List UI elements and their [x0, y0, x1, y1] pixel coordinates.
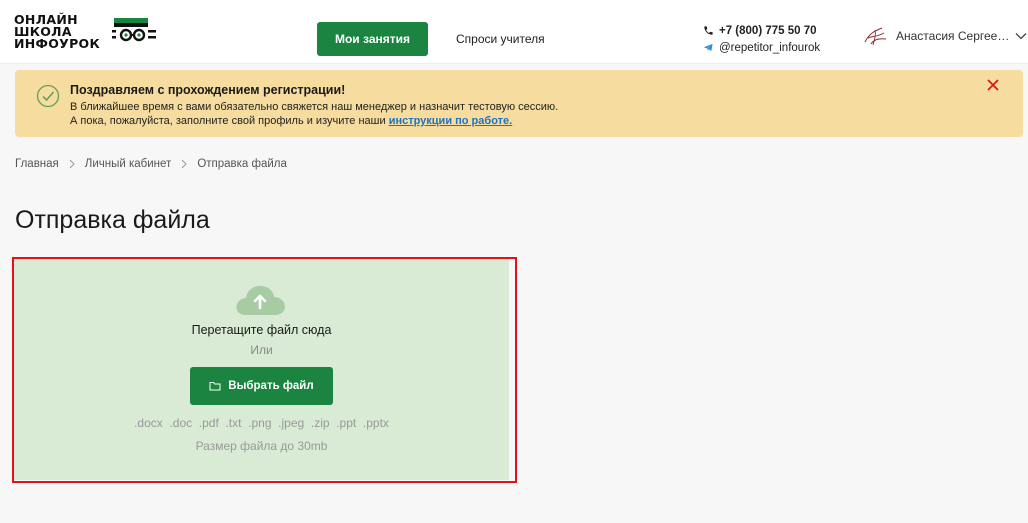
file-size-limit: Размер файла до 30mb — [195, 439, 328, 453]
drag-file-text: Перетащите файл сюда — [191, 323, 332, 337]
user-menu[interactable]: Анастасия Сергее… — [862, 24, 1027, 48]
phone-row[interactable]: +7 (800) 775 50 70 — [703, 22, 820, 39]
breadcrumb-current: Отправка файла — [197, 158, 287, 170]
notice-title: Поздравляем с прохождением регистрации! — [70, 83, 346, 97]
choose-file-button[interactable]: Выбрать файл — [190, 367, 333, 405]
phone-number: +7 (800) 775 50 70 — [719, 24, 817, 37]
my-lessons-button[interactable]: Мои занятия — [317, 22, 428, 56]
folder-icon — [209, 382, 221, 391]
registration-notice: Поздравляем с прохождением регистрации! … — [15, 70, 1023, 137]
close-icon[interactable] — [986, 78, 1000, 92]
breadcrumb: Главная Личный кабинет Отправка файла — [15, 158, 287, 170]
allowed-formats: .docx .doc .pdf .txt .png .jpeg .zip .pp… — [134, 416, 389, 430]
notice-text-2-prefix: А пока, пожалуйста, заполните свой профи… — [70, 115, 389, 127]
or-text: Или — [250, 343, 273, 357]
avatar-icon — [864, 27, 887, 46]
ask-teacher-link[interactable]: Спроси учителя — [456, 32, 545, 46]
telegram-icon — [703, 42, 719, 53]
contacts: +7 (800) 775 50 70 @repetitor_infourok — [703, 22, 820, 56]
user-name: Анастасия Сергее… — [896, 29, 1010, 43]
file-drop-zone[interactable]: Перетащите файл сюда Или Выбрать файл .d… — [14, 259, 509, 480]
phone-icon — [703, 25, 719, 36]
cloud-upload-icon — [236, 285, 285, 315]
choose-file-label: Выбрать файл — [228, 380, 314, 392]
logo-mark-icon — [112, 18, 156, 42]
instructions-link[interactable]: инструкции по работе. — [389, 115, 513, 127]
logo[interactable]: ОНЛАЙН ШКОЛА ИНФОУРОК — [14, 13, 164, 52]
breadcrumb-home[interactable]: Главная — [15, 158, 59, 170]
notice-text-2: А пока, пожалуйста, заполните свой профи… — [70, 115, 512, 127]
header: ОНЛАЙН ШКОЛА ИНФОУРОК Мои занятия Спроси… — [0, 0, 1028, 64]
breadcrumb-cabinet[interactable]: Личный кабинет — [85, 158, 172, 170]
notice-text: В ближайшее время с вами обязательно свя… — [70, 101, 559, 113]
telegram-row[interactable]: @repetitor_infourok — [703, 39, 820, 56]
logo-text: ОНЛАЙН ШКОЛА ИНФОУРОК — [14, 13, 100, 51]
chevron-right-icon — [68, 159, 76, 169]
telegram-handle: @repetitor_infourok — [719, 41, 821, 54]
chevron-down-icon[interactable] — [1015, 32, 1027, 40]
logo-line-3: ИНФОУРОК — [14, 36, 100, 51]
check-circle-icon — [36, 84, 60, 108]
page-title: Отправка файла — [15, 206, 210, 234]
chevron-right-icon — [180, 159, 188, 169]
